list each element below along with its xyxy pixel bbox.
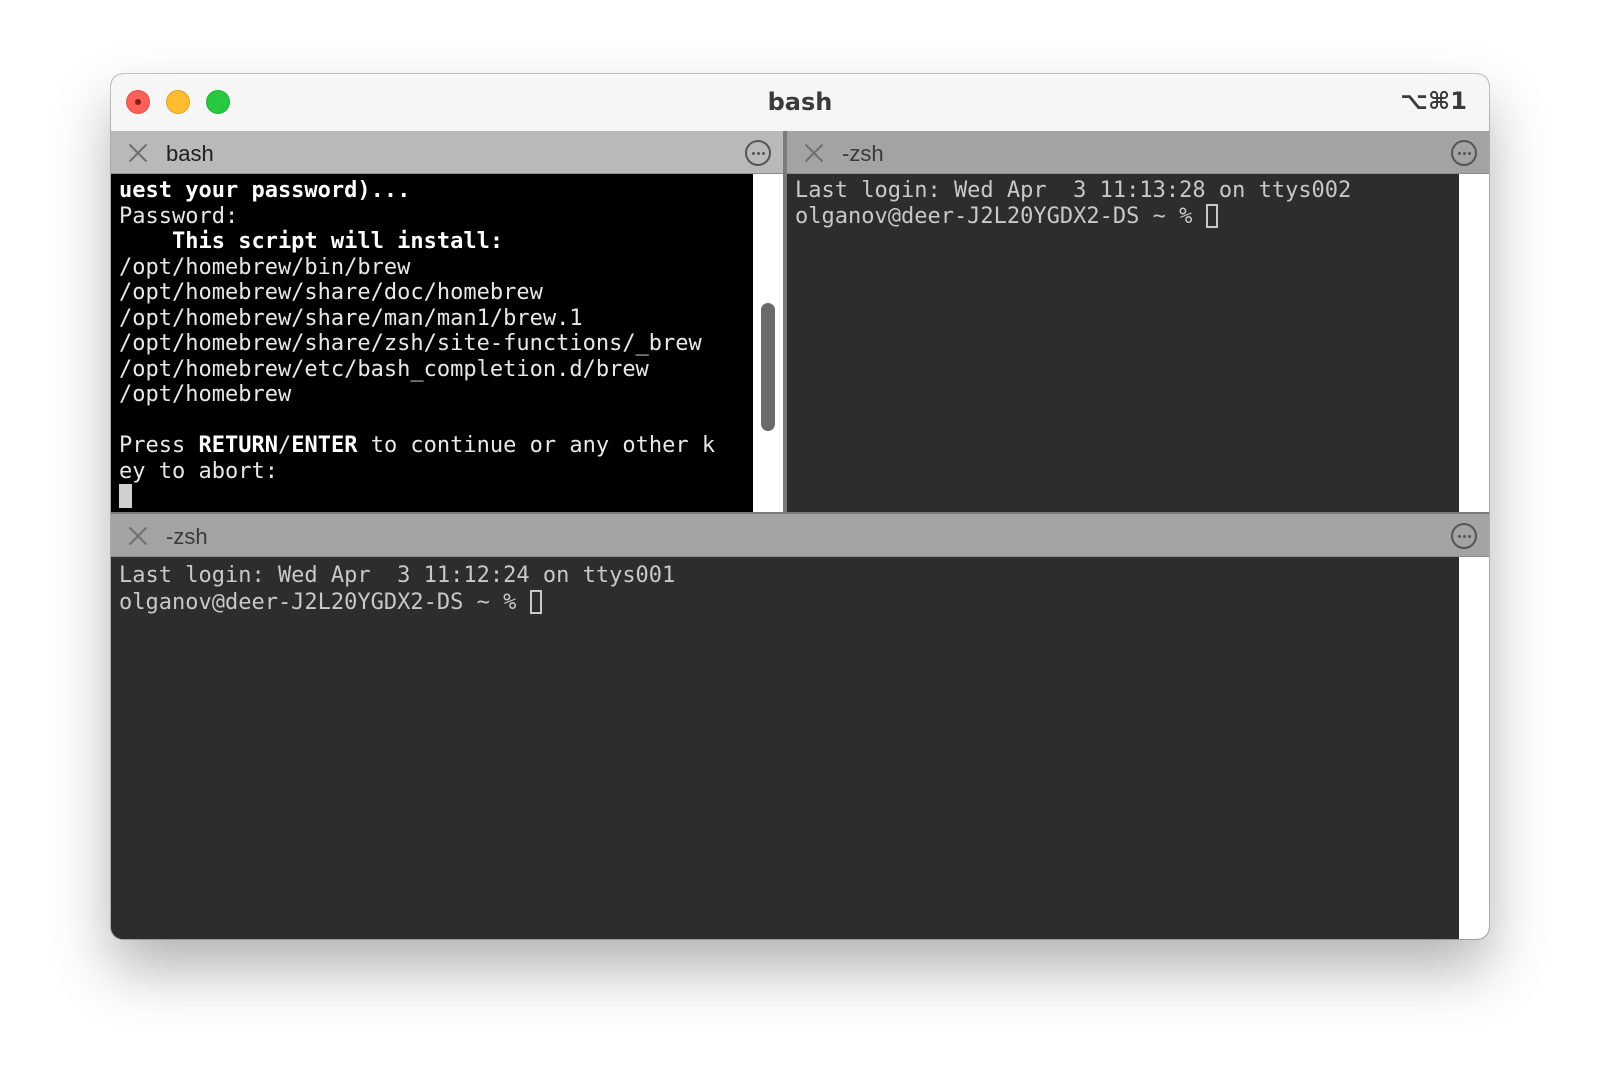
terminal-line: /opt/homebrew/bin/brew: [119, 255, 753, 281]
prompt-text: olganov@deer-J2L20YGDX2-DS ~ %: [119, 590, 530, 615]
pane-title-bash: bash: [166, 141, 214, 166]
title-bar[interactable]: bash ⌥⌘1: [111, 74, 1489, 132]
login-line: Last login: Wed Apr 3 11:12:24 on ttys00…: [119, 563, 676, 588]
terminal-output-bash[interactable]: uest your password)... Password: This scr…: [111, 174, 753, 512]
terminal-output-zsh-bottom[interactable]: Last login: Wed Apr 3 11:12:24 on ttys00…: [111, 557, 1459, 939]
pane-bash[interactable]: bash uest your password)... Password: Thi…: [111, 131, 783, 512]
close-pane-icon[interactable]: [803, 142, 825, 164]
terminal-line: /opt/homebrew/share/zsh/site-functions/_…: [119, 331, 753, 357]
pane-title-zsh-top: -zsh: [842, 141, 884, 166]
prompt-line: olganov@deer-J2L20YGDX2-DS ~ %: [795, 203, 1459, 230]
window-title: bash: [767, 88, 833, 116]
prompt-text: olganov@deer-J2L20YGDX2-DS ~ %: [795, 203, 1206, 229]
scrollbar-bash[interactable]: [753, 174, 783, 512]
terminal-text: to continue or any other k: [357, 433, 716, 458]
terminal-text: ey to abort:: [119, 458, 278, 484]
more-options-icon[interactable]: [745, 140, 771, 166]
terminal-text: /opt/homebrew/share/doc/homebrew: [119, 280, 543, 305]
pane-zsh-top[interactable]: -zsh Last login: Wed Apr 3 11:13:28 on t…: [787, 131, 1489, 512]
terminal-line: uest your password)...: [119, 178, 753, 204]
terminal-text: Password:: [119, 203, 239, 229]
terminal-text: /opt/homebrew/share/zsh/site-functions/_…: [119, 331, 702, 356]
text-cursor: [1205, 203, 1218, 228]
cursor-line: [119, 484, 753, 510]
terminal-output-zsh-top[interactable]: Last login: Wed Apr 3 11:13:28 on ttys00…: [787, 174, 1459, 512]
terminal-line: This script will install:: [119, 229, 753, 255]
scrollbar-zsh-top[interactable]: [1459, 174, 1489, 512]
terminal-line: ey to abort:: [119, 459, 753, 485]
pane-header-bash: bash: [111, 131, 783, 174]
terminal-text: /: [277, 433, 292, 458]
terminal-line: /opt/homebrew/share/man/man1/brew.1: [119, 306, 753, 332]
terminal-text: /opt/homebrew: [119, 382, 292, 407]
more-options-icon[interactable]: [1451, 523, 1477, 549]
terminal-text: uest your password)...: [119, 178, 411, 203]
terminal-text: /opt/homebrew/etc/bash_completion.d/brew: [119, 356, 649, 382]
terminal-text: /opt/homebrew/bin/brew: [119, 254, 411, 280]
text-cursor: [529, 590, 542, 614]
terminal-line: /opt/homebrew/etc/bash_completion.d/brew: [119, 357, 753, 383]
pane-header-zsh-top: -zsh: [787, 131, 1489, 174]
prompt-line: olganov@deer-J2L20YGDX2-DS ~ %: [119, 589, 1459, 616]
terminal-line: Password:: [119, 204, 753, 230]
pane-header-zsh-bottom: -zsh: [111, 514, 1489, 557]
close-pane-icon[interactable]: [127, 142, 149, 164]
more-options-icon[interactable]: [1451, 140, 1477, 166]
terminal-line: Press RETURN/ENTER to continue or any ot…: [119, 433, 753, 459]
text-cursor: [119, 484, 132, 508]
terminal-text: This script will install:: [119, 229, 504, 254]
scrollbar-thumb[interactable]: [761, 303, 775, 431]
login-line: Last login: Wed Apr 3 11:13:28 on ttys00…: [795, 178, 1352, 203]
terminal-line: /opt/homebrew: [119, 382, 753, 408]
terminal-text: ENTER: [291, 433, 358, 458]
scrollbar-zsh-bottom[interactable]: [1459, 557, 1489, 939]
terminal-text: RETURN: [198, 433, 278, 458]
terminal-window: bash ⌥⌘1 bash uest your password)... Pass…: [111, 74, 1489, 939]
terminal-text: Press: [119, 433, 199, 458]
pane-title-zsh-bottom: -zsh: [166, 524, 208, 549]
window-shortcut: ⌥⌘1: [1400, 87, 1467, 115]
close-pane-icon[interactable]: [127, 525, 149, 547]
terminal-text: /opt/homebrew/share/man/man1/brew.1: [119, 305, 583, 331]
terminal-line: /opt/homebrew/share/doc/homebrew: [119, 280, 753, 306]
pane-zsh-bottom[interactable]: -zsh Last login: Wed Apr 3 11:12:24 on t…: [111, 514, 1489, 939]
